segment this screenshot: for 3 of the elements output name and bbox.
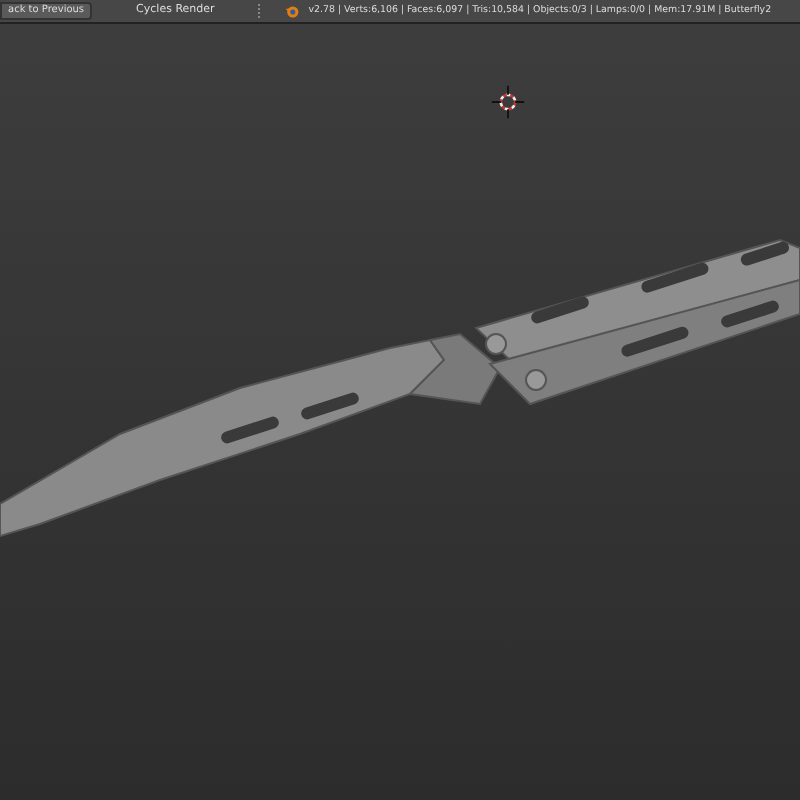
logo-icon (284, 3, 301, 19)
3d-cursor-icon[interactable] (490, 84, 526, 120)
drag-handle-icon[interactable] (258, 4, 265, 18)
